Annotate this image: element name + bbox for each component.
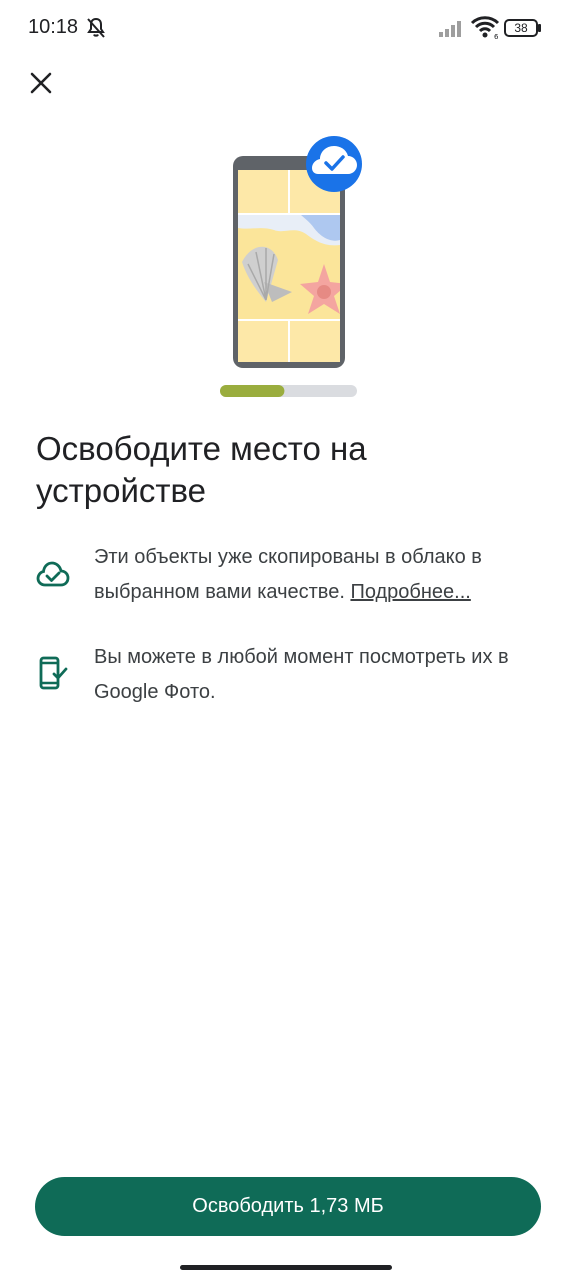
info-text-cloud: Эти объекты уже скопированы в облако в в… — [94, 540, 544, 610]
page-title: Освободите место на устройстве — [36, 430, 367, 509]
mute-icon — [84, 16, 108, 40]
battery-level: 38 — [514, 21, 528, 35]
status-bar: 10:18 6 38 — [0, 0, 576, 56]
phone-gallery-illustration — [214, 130, 374, 402]
close-button[interactable] — [22, 64, 60, 102]
battery-icon: 38 — [504, 19, 541, 37]
status-time: 10:18 — [28, 16, 79, 38]
learn-more-link[interactable]: Подробнее... — [350, 581, 470, 603]
close-icon — [30, 72, 52, 94]
navigation-handle[interactable] — [180, 1265, 392, 1270]
free-space-button[interactable]: Освободить 1,73 МБ — [35, 1177, 541, 1236]
info-text-phone: Вы можете в любой момент посмотреть их в… — [94, 646, 509, 703]
svg-text:6: 6 — [494, 33, 499, 39]
cloud-check-badge-icon — [306, 136, 362, 192]
info-row-phone: Вы можете в любой момент посмотреть их в… — [36, 640, 546, 712]
phone-check-icon — [36, 656, 70, 690]
signal-icon — [438, 18, 466, 38]
wifi-icon: 6 — [470, 15, 500, 41]
cloud-check-icon — [36, 558, 70, 592]
upload-progress-fill — [220, 385, 285, 397]
info-row-cloud: Эти объекты уже скопированы в облако в в… — [36, 540, 546, 612]
